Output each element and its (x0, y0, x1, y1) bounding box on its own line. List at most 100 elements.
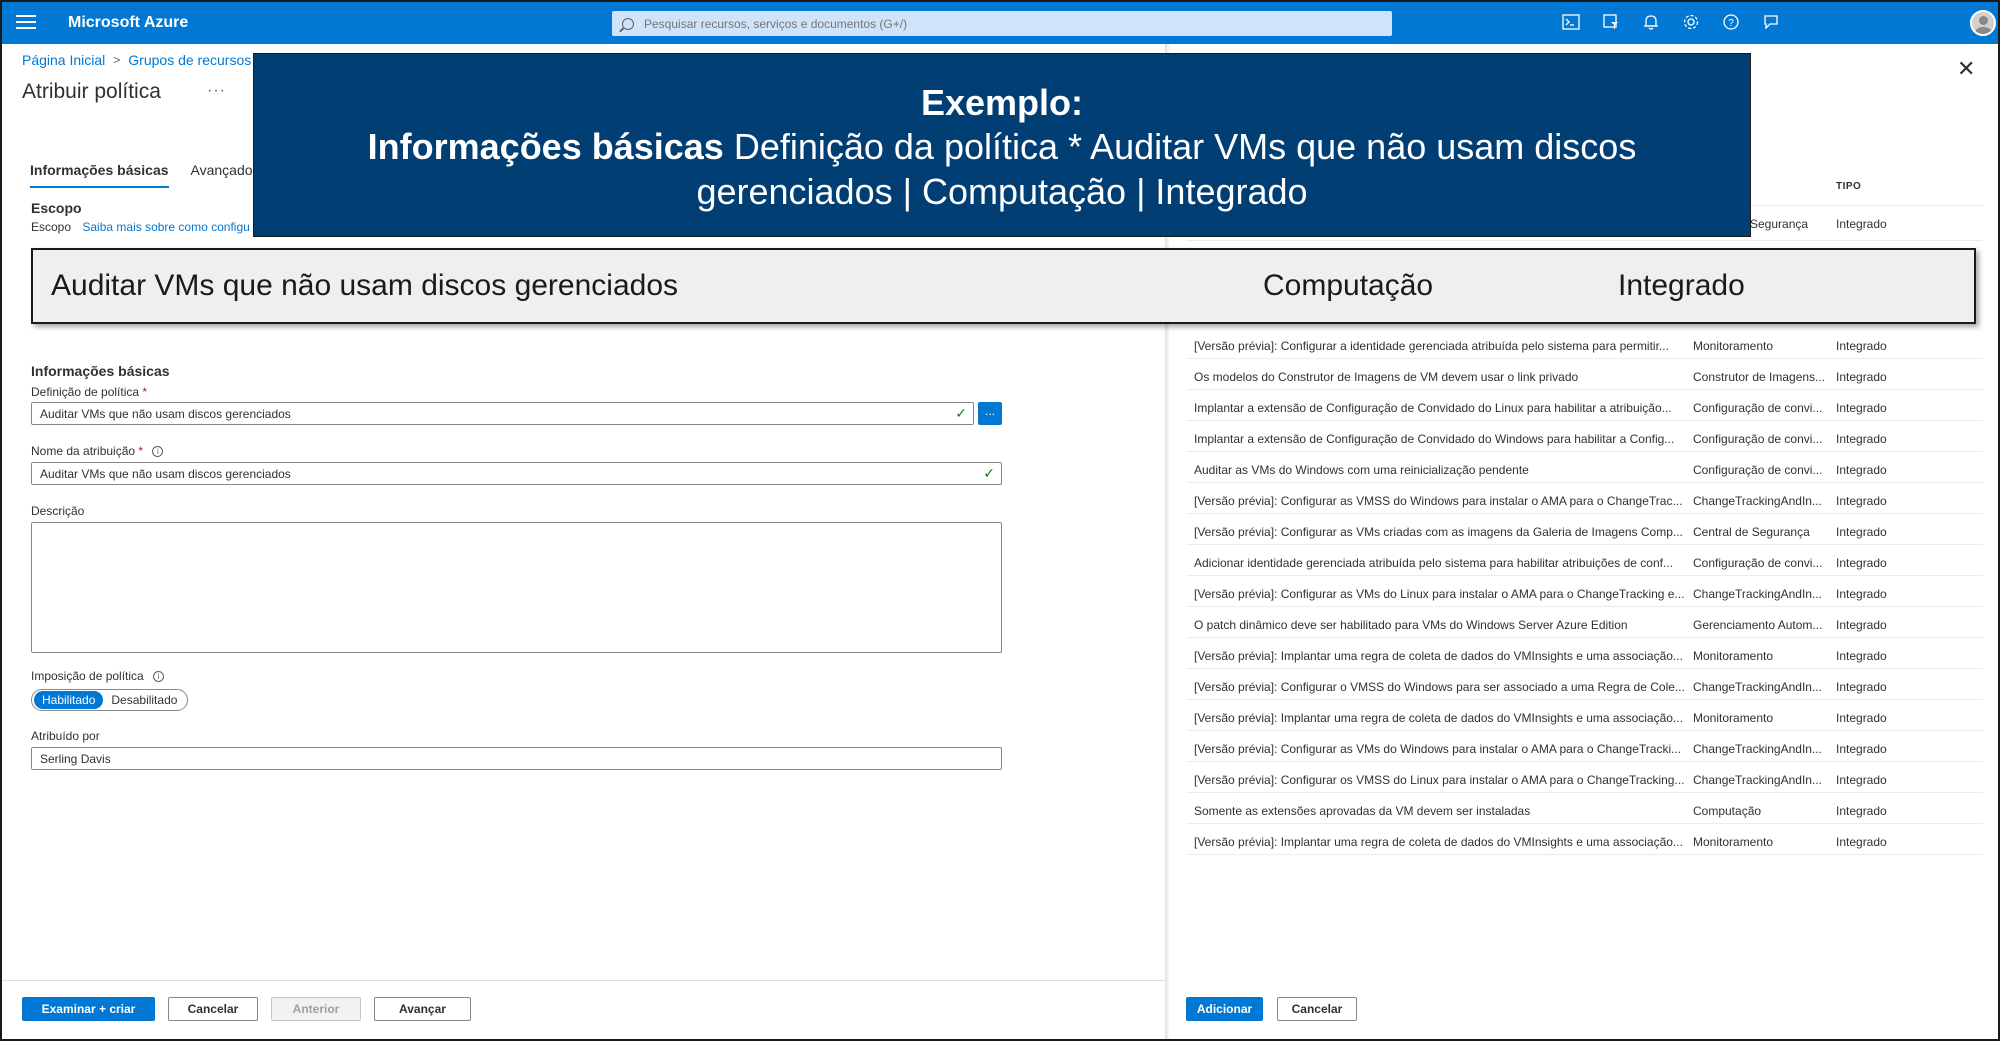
policy-row-name: Implantar a extensão de Configuração de … (1194, 401, 1672, 415)
callout-heading: Exemplo: (920, 82, 1084, 123)
row-divider (1187, 482, 1983, 483)
row-divider (1187, 699, 1983, 700)
policy-row-name: [Versão prévia]: Configurar as VMs do Li… (1194, 587, 1684, 601)
description-textarea[interactable] (31, 522, 1002, 653)
description-label: Descrição (31, 504, 85, 518)
add-button[interactable]: Adicionar (1186, 997, 1263, 1021)
help-icon[interactable]: ? (1720, 11, 1742, 33)
policy-row-category: ChangeTrackingAndIn... (1693, 494, 1822, 508)
cloud-shell-icon[interactable] (1560, 11, 1582, 33)
assigned-by-field[interactable]: Serling Davis (31, 747, 1002, 770)
top-icons: ? (1560, 11, 1782, 33)
policy-row-category: Configuração de convi... (1693, 556, 1823, 570)
highlight-type: Integrado (1618, 269, 1745, 302)
row-divider (1187, 420, 1983, 421)
bell-icon[interactable] (1640, 11, 1662, 33)
policy-row-category: Computação (1693, 804, 1762, 818)
policy-row-type: Integrado (1836, 587, 1887, 601)
info-icon[interactable]: i (152, 446, 164, 457)
scope-learn-more-link[interactable]: Saiba mais sobre como configu (82, 220, 249, 234)
directory-filter-icon[interactable] (1600, 11, 1622, 33)
row-divider (1187, 240, 1983, 241)
policy-row-name: [Versão prévia]: Configurar as VMSS do W… (1194, 494, 1683, 508)
policy-row-type: Integrado (1836, 680, 1887, 694)
policy-row-name: Auditar as VMs do Windows com uma reinic… (1194, 463, 1529, 477)
policy-row-type: Integrado (1836, 339, 1887, 353)
partial-row-category: Segurança (1750, 217, 1809, 231)
required-mark: * (142, 385, 148, 399)
policy-picker-button[interactable]: ... (978, 402, 1002, 425)
page-title: Atribuir política (22, 80, 161, 103)
tab-advanced[interactable]: Avançado (191, 162, 253, 188)
search-icon (622, 17, 634, 30)
callout-text: Informações básicas Definição da polític… (254, 124, 1750, 214)
cancel-button-right[interactable]: Cancelar (1277, 997, 1357, 1021)
policy-row-category: ChangeTrackingAndIn... (1693, 587, 1822, 601)
close-icon[interactable]: ✕ (1957, 56, 1975, 82)
feedback-icon[interactable] (1760, 11, 1782, 33)
enforcement-enabled-option[interactable]: Habilitado (34, 691, 104, 709)
enforcement-toggle: Habilitado Desabilitado (31, 689, 189, 711)
global-search[interactable] (612, 11, 1392, 36)
policy-definition-label: Definição de política * (31, 385, 147, 399)
row-divider (1187, 854, 1983, 855)
review-create-button[interactable]: Examinar + criar (22, 997, 155, 1021)
footer-divider (2, 980, 1167, 981)
previous-button[interactable]: Anterior (271, 997, 361, 1021)
info-icon[interactable]: i (153, 671, 165, 682)
policy-row-name: [Versão prévia]: Implantar uma regra de … (1194, 835, 1683, 849)
policy-row-name: Adicionar identidade gerenciada atribuíd… (1194, 556, 1673, 570)
policy-row-type: Integrado (1836, 773, 1887, 787)
cancel-button[interactable]: Cancelar (168, 997, 258, 1021)
policy-row-name: O patch dinâmico deve ser habilitado par… (1194, 618, 1628, 632)
row-divider (1187, 358, 1983, 359)
breadcrumb-resource-groups[interactable]: Grupos de recursos (128, 52, 251, 68)
scope-heading: Escopo (31, 200, 82, 216)
search-input[interactable] (644, 16, 1344, 31)
menu-icon[interactable] (16, 15, 36, 31)
gear-icon[interactable] (1680, 11, 1702, 33)
policy-row-type: Integrado (1836, 618, 1887, 632)
column-header-type[interactable]: TIPO (1836, 181, 1861, 192)
highlighted-policy-row: Auditar VMs que não usam discos gerencia… (31, 248, 1976, 324)
app-window: Microsoft Azure ? (0, 0, 2000, 1041)
policy-row-type: Integrado (1836, 401, 1887, 415)
assignment-name-field[interactable]: Auditar VMs que não usam discos gerencia… (31, 462, 1002, 485)
row-divider (1187, 575, 1983, 576)
policy-row-type: Integrado (1836, 494, 1887, 508)
policy-row-type: Integrado (1836, 432, 1887, 446)
policy-row-type: Integrado (1836, 463, 1887, 477)
check-icon: ✓ (983, 465, 995, 481)
policy-row-name: [Versão prévia]: Implantar uma regra de … (1194, 649, 1683, 663)
partial-row-type: Integrado (1836, 217, 1887, 231)
policy-row-category: Monitoramento (1693, 339, 1774, 353)
policy-row-type: Integrado (1836, 556, 1887, 570)
policy-row-type: Integrado (1836, 835, 1887, 849)
policy-definition-label-text: Definição de política (31, 385, 140, 399)
next-button[interactable]: Avançar (374, 997, 471, 1021)
row-divider (1187, 513, 1983, 514)
assignment-name-label-text: Nome da atribuição (31, 444, 136, 458)
svg-text:?: ? (1728, 18, 1734, 29)
policy-row-category: Monitoramento (1693, 649, 1774, 663)
policy-row-name: Somente as extensões aprovadas da VM dev… (1194, 804, 1531, 818)
enforcement-disabled-option[interactable]: Desabilitado (103, 691, 185, 709)
avatar[interactable] (1970, 10, 1996, 36)
tab-basics[interactable]: Informações básicas (30, 162, 169, 188)
breadcrumb-home[interactable]: Página Inicial (22, 52, 105, 68)
assignment-name-value: Auditar VMs que não usam discos gerencia… (40, 467, 291, 481)
row-divider (1187, 606, 1983, 607)
policy-row-category: ChangeTrackingAndIn... (1693, 742, 1822, 756)
policy-row-type: Integrado (1836, 525, 1887, 539)
policy-row-name: [Versão prévia]: Configurar o VMSS do Wi… (1194, 680, 1684, 694)
row-divider (1187, 792, 1983, 793)
policy-row-category: Monitoramento (1693, 835, 1774, 849)
policy-row-category: Central de Segurança (1693, 525, 1810, 539)
row-divider (1187, 389, 1983, 390)
policy-definition-field[interactable]: Auditar VMs que não usam discos gerencia… (31, 402, 974, 425)
brand-title[interactable]: Microsoft Azure (68, 14, 188, 32)
more-icon[interactable]: ··· (207, 82, 226, 100)
assigned-by-value: Serling Davis (40, 752, 111, 766)
policy-row-type: Integrado (1836, 649, 1887, 663)
row-divider (1187, 637, 1983, 638)
